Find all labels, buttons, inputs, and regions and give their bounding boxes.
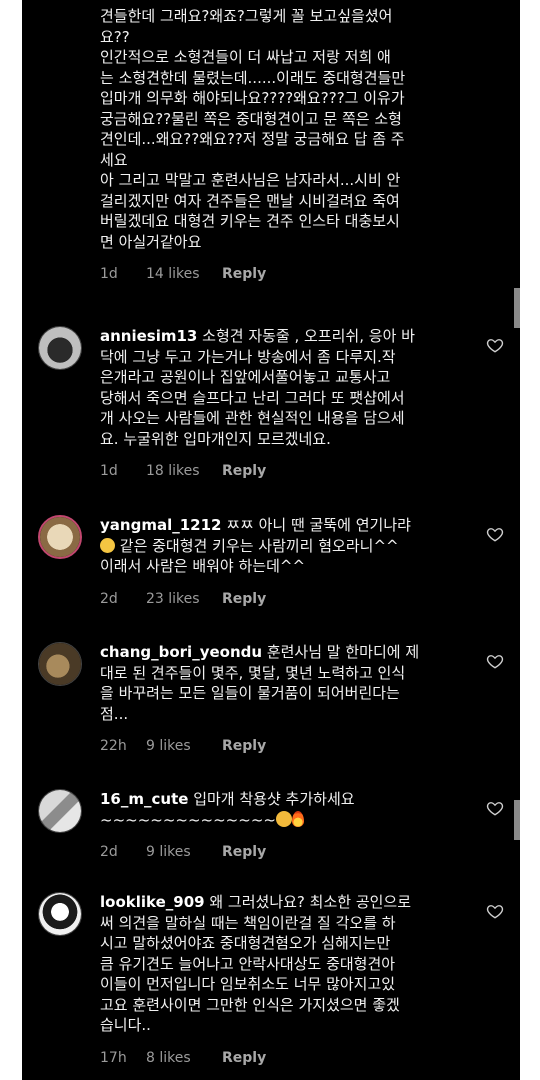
- comment-text: looklike_909 왜 그러셨나요? 최소한 공인으로 써 의견을 말하실…: [100, 892, 472, 1036]
- comment-username[interactable]: looklike_909: [100, 893, 205, 911]
- avatar[interactable]: [38, 326, 82, 370]
- comment-username[interactable]: 16_m_cute: [100, 790, 188, 808]
- reply-button[interactable]: Reply: [222, 844, 266, 860]
- comment-meta: 2d 23 likes Reply: [100, 591, 472, 607]
- fire-emoji: [291, 810, 304, 827]
- reply-button[interactable]: Reply: [222, 463, 266, 479]
- comment-body: 왜 그러셨나요? 최소한 공인으로 써 의견을 말하실 때는 책임이란걸 질 각…: [100, 893, 412, 1034]
- comment-likes[interactable]: 23 likes: [146, 591, 222, 607]
- comment-body-line: ㅉㅉ 아니 땐 굴뚝에 연기나랴: [226, 516, 411, 534]
- comment-time: 2d: [100, 844, 118, 860]
- comment-body-line: 같은 중대형견 키우는 사람끼리 혐오라니^^: [115, 536, 399, 555]
- smiling-blush-emoji: [275, 810, 292, 827]
- comment-text: chang_bori_yeondu 훈련사님 말 한마디에 제 대로 된 견주들…: [100, 642, 472, 724]
- comment-body-line: 입마개 착용샷 추가하세요: [193, 790, 355, 808]
- comment-likes[interactable]: 18 likes: [146, 463, 222, 479]
- comment-text: 16_m_cute 입마개 착용샷 추가하세요 ~~~~~~~~~~~~~~: [100, 789, 472, 830]
- comment-meta: 22h 9 likes Reply: [100, 738, 472, 754]
- comment-body: 소형견 자동줄 , 오프리쉬, 응아 바 닥에 그냥 두고 가는거나 방송에서 …: [100, 327, 415, 448]
- reply-button[interactable]: Reply: [222, 591, 266, 607]
- avatar[interactable]: [38, 515, 82, 559]
- comment-item: 견들한데 그래요?왜죠?그렇게 꼴 보고싶을셨어 요?? 인간적으로 소형견들이…: [100, 6, 500, 282]
- scroll-indicator: [514, 288, 520, 328]
- comment-username[interactable]: yangmal_1212: [100, 516, 221, 534]
- comment-text: 견들한데 그래요?왜죠?그렇게 꼴 보고싶을셨어 요?? 인간적으로 소형견들이…: [100, 7, 406, 251]
- heart-outline-icon[interactable]: [486, 525, 504, 543]
- reply-button[interactable]: Reply: [222, 1050, 266, 1066]
- comment-body-line: 이래서 사람은 배워야 하는데^^: [100, 557, 306, 575]
- comment-meta: 1d 18 likes Reply: [100, 463, 472, 479]
- comment-text: anniesim13 소형견 자동줄 , 오프리쉬, 응아 바 닥에 그냥 두고…: [100, 326, 472, 449]
- avatar[interactable]: [38, 642, 82, 686]
- reply-button[interactable]: Reply: [222, 738, 266, 754]
- comment-time: 17h: [100, 1049, 127, 1066]
- smiling-face-emoji: [100, 537, 115, 553]
- comment-time: 2d: [100, 590, 118, 607]
- heart-outline-icon[interactable]: [486, 652, 504, 670]
- heart-outline-icon[interactable]: [486, 902, 504, 920]
- heart-outline-icon[interactable]: [486, 336, 504, 354]
- scroll-indicator: [514, 800, 520, 840]
- comment-time: 22h: [100, 738, 127, 754]
- comment-likes[interactable]: 9 likes: [146, 844, 222, 860]
- comment-time: 1d: [100, 266, 118, 282]
- comment-text: yangmal_1212 ㅉㅉ 아니 땐 굴뚝에 연기나랴 같은 중대형견 키우…: [100, 515, 472, 577]
- comment-likes[interactable]: 14 likes: [146, 266, 222, 282]
- comment-meta: 17h 8 likes Reply: [100, 1050, 472, 1066]
- comment-likes[interactable]: 9 likes: [146, 738, 222, 754]
- comment-body-line: ~~~~~~~~~~~~~~: [100, 810, 276, 829]
- comment-username[interactable]: anniesim13: [100, 327, 197, 345]
- comment-time: 1d: [100, 463, 118, 479]
- avatar[interactable]: [38, 892, 82, 936]
- avatar[interactable]: [38, 789, 82, 833]
- comment-username[interactable]: chang_bori_yeondu: [100, 643, 262, 661]
- reply-button[interactable]: Reply: [222, 266, 266, 282]
- comments-panel: 견들한데 그래요?왜죠?그렇게 꼴 보고싶을셨어 요?? 인간적으로 소형견들이…: [22, 0, 520, 1080]
- comment-likes[interactable]: 8 likes: [146, 1050, 222, 1066]
- heart-outline-icon[interactable]: [486, 799, 504, 817]
- comment-meta: 2d 9 likes Reply: [100, 844, 472, 860]
- comment-meta: 1d 14 likes Reply: [100, 266, 500, 282]
- screenshot-frame: 견들한데 그래요?왜죠?그렇게 꼴 보고싶을셨어 요?? 인간적으로 소형견들이…: [0, 0, 540, 1080]
